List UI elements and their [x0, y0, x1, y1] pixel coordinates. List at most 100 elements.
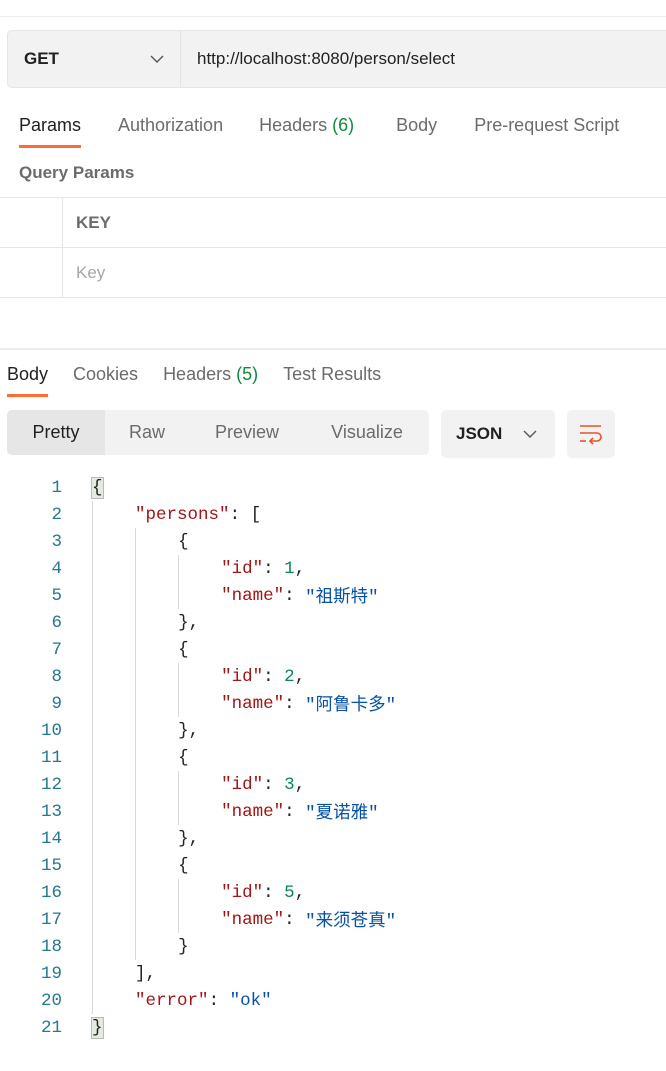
indent-guide	[92, 798, 135, 825]
code-token: :	[263, 774, 285, 795]
tab-test-results[interactable]: Test Results	[283, 364, 381, 397]
code-token: "阿鲁卡多"	[305, 696, 397, 716]
code-token: "id"	[221, 774, 264, 795]
wrap-lines-button[interactable]	[567, 410, 615, 458]
request-tabs: Params Authorization Headers (6) Body Pre-re…	[19, 115, 619, 148]
indent-guide	[92, 690, 135, 717]
indent-guide	[92, 528, 135, 555]
indent-guide	[178, 771, 221, 798]
code-token: "来须苍真"	[305, 912, 397, 932]
tab-body[interactable]: Body	[396, 115, 437, 148]
indent-guide	[135, 690, 178, 717]
tab-cookies[interactable]: Cookies	[73, 364, 138, 397]
tab-pre-request-script[interactable]: Pre-request Script	[474, 115, 619, 148]
code-line: 13 "name": "夏诺雅"	[0, 798, 396, 825]
code-token: {	[178, 531, 189, 552]
tab-label: Test Results	[283, 364, 382, 384]
code-token: },	[178, 612, 200, 633]
line-number: 12	[40, 774, 62, 795]
code-line: 10},	[0, 717, 396, 744]
view-raw[interactable]: Raw	[105, 410, 189, 455]
code-token: "id"	[221, 666, 264, 687]
code-line: 19],	[0, 960, 396, 987]
table-row: Key	[0, 247, 666, 298]
chevron-down-icon	[150, 55, 164, 63]
line-number: 7	[51, 639, 62, 660]
code-token: "name"	[221, 693, 285, 714]
url-input[interactable]: http://localhost:8080/person/select	[181, 31, 455, 87]
code-line: 18}	[0, 933, 396, 960]
indent-guide	[135, 825, 178, 852]
tab-params[interactable]: Params	[19, 115, 82, 148]
line-number: 16	[40, 882, 62, 903]
code-token: :	[263, 558, 285, 579]
line-number: 19	[40, 963, 62, 984]
code-token: "name"	[221, 909, 285, 930]
code-line: 4 "id": 1,	[0, 555, 396, 582]
indent-guide	[92, 663, 135, 690]
code-token: "error"	[135, 990, 209, 1011]
chevron-down-icon	[523, 430, 537, 438]
query-params-table: KEY Key	[0, 197, 666, 298]
line-number: 8	[51, 666, 62, 687]
code-line: 14},	[0, 825, 396, 852]
tab-body[interactable]: Body	[7, 364, 49, 397]
indent-guide	[178, 879, 221, 906]
indent-guide	[92, 960, 135, 987]
code-line: 3{	[0, 528, 396, 555]
code-token: "persons"	[135, 504, 230, 525]
code-token: "ok"	[229, 990, 272, 1011]
line-number: 14	[40, 828, 62, 849]
pane-divider[interactable]	[0, 348, 666, 350]
indent-guide	[92, 501, 135, 528]
tab-label: Cookies	[73, 364, 139, 384]
line-number: 17	[40, 909, 62, 930]
line-number: 5	[51, 585, 62, 606]
view-preview[interactable]: Preview	[189, 410, 305, 455]
line-number: 1	[51, 477, 62, 498]
table-header-row: KEY	[0, 197, 666, 247]
tab-headers[interactable]: Headers (5)	[163, 364, 258, 397]
key-input[interactable]: Key	[63, 248, 105, 297]
code-line: 20 "error": "ok"	[0, 987, 396, 1014]
indent-guide	[92, 879, 135, 906]
method-label: GET	[24, 49, 59, 68]
tab-headers[interactable]: Headers (6)	[259, 115, 354, 148]
code-token: 5	[284, 882, 295, 903]
indent-guide	[178, 906, 221, 933]
line-number: 4	[51, 558, 62, 579]
view-visualize[interactable]: Visualize	[305, 410, 429, 455]
indent-guide	[135, 798, 178, 825]
indent-guide	[92, 582, 135, 609]
code-token: "夏诺雅"	[305, 804, 379, 824]
format-select[interactable]: JSON	[441, 410, 555, 458]
code-line: 7{	[0, 636, 396, 663]
code-token: {	[178, 747, 189, 768]
line-number: 21	[40, 1017, 62, 1038]
indent-guide	[92, 717, 135, 744]
tab-label: Authorization	[118, 115, 224, 135]
code-line: 15 {	[0, 852, 396, 879]
code-token: {	[178, 639, 189, 660]
indent-guide	[92, 852, 135, 879]
indent-guide	[178, 690, 221, 717]
code-token: {	[178, 855, 189, 876]
method-select[interactable]: GET	[8, 31, 181, 87]
indent-guide	[92, 771, 135, 798]
indent-guide	[135, 717, 178, 744]
code-token: :	[208, 990, 230, 1011]
indent-guide	[135, 906, 178, 933]
line-number: 20	[40, 990, 62, 1011]
indent-guide	[135, 744, 178, 771]
code-token: 2	[284, 666, 295, 687]
view-pretty[interactable]: Pretty	[7, 410, 105, 455]
line-number: 10	[40, 720, 62, 741]
code-line: 12 "id": 3,	[0, 771, 396, 798]
code-token: "id"	[221, 558, 264, 579]
indent-guide	[135, 663, 178, 690]
code-line: 6},	[0, 609, 396, 636]
response-body-code: 1{2 "persons": [3{4 "id": 1, 5 "name": "祖斯特"…	[0, 474, 396, 1041]
indent-guide	[135, 528, 178, 555]
tab-authorization[interactable]: Authorization	[118, 115, 223, 148]
code-line: 21}	[0, 1014, 396, 1041]
